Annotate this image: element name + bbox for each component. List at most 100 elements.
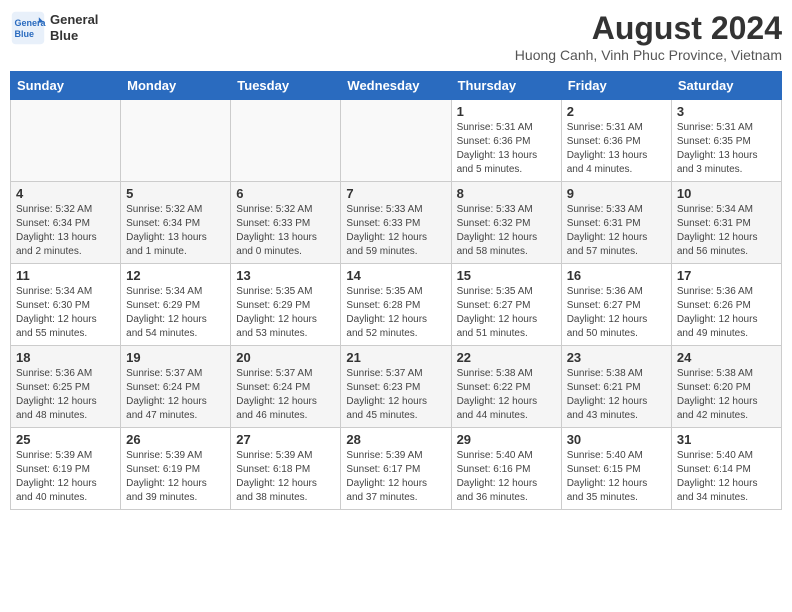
weekday-header-sunday: Sunday	[11, 72, 121, 100]
calendar-day-cell: 19Sunrise: 5:37 AM Sunset: 6:24 PM Dayli…	[121, 346, 231, 428]
day-info: Sunrise: 5:34 AM Sunset: 6:30 PM Dayligh…	[16, 285, 115, 341]
calendar-week-row: 25 Sunrise: 5:39 AM Sunset: 6:19 PM Dayli…	[11, 428, 782, 510]
day-number: 23	[567, 350, 666, 365]
day-number: 6	[236, 186, 335, 201]
weekday-header-friday: Friday	[561, 72, 671, 100]
day-number: 15	[457, 268, 556, 283]
day-info: Sunrise: 5:37 AM Sunset: 6:24 PM Dayligh…	[126, 367, 225, 423]
calendar-day-cell: 14Sunrise: 5:35 AM Sunset: 6:28 PM Dayli…	[341, 264, 451, 346]
day-number: 13	[236, 268, 335, 283]
day-number: 16	[567, 268, 666, 283]
weekday-header-thursday: Thursday	[451, 72, 561, 100]
day-info: Sunrise: 5:39 AM Sunset: 6:19 PM Dayligh…	[16, 449, 115, 505]
calendar-day-cell: 4 Sunrise: 5:32 AM Sunset: 6:34 PM Daylig…	[11, 182, 121, 264]
day-info: Sunrise: 5:39 AM Sunset: 6:17 PM Dayligh…	[346, 449, 445, 505]
calendar-day-cell: 12 Sunrise: 5:34 AM Sunset: 6:29 PM Dayli…	[121, 264, 231, 346]
calendar-day-cell: 10 Sunrise: 5:34 AM Sunset: 6:31 PM Dayli…	[671, 182, 781, 264]
day-info: Sunrise: 5:38 AM Sunset: 6:21 PM Dayligh…	[567, 367, 666, 423]
day-number: 28	[346, 432, 445, 447]
day-number: 31	[677, 432, 776, 447]
day-info: Sunrise: 5:31 AM Sunset: 6:36 PM Dayligh…	[457, 121, 556, 177]
calendar-day-cell: 7 Sunrise: 5:33 AM Sunset: 6:33 PM Daylig…	[341, 182, 451, 264]
day-number: 17	[677, 268, 776, 283]
calendar-day-cell: 29Sunrise: 5:40 AM Sunset: 6:16 PM Dayli…	[451, 428, 561, 510]
svg-text:Blue: Blue	[15, 29, 35, 39]
calendar-day-cell: 3Sunrise: 5:31 AM Sunset: 6:35 PM Daylig…	[671, 100, 781, 182]
day-info: Sunrise: 5:32 AM Sunset: 6:34 PM Dayligh…	[16, 203, 115, 259]
weekday-header-tuesday: Tuesday	[231, 72, 341, 100]
calendar-day-cell: 16 Sunrise: 5:36 AM Sunset: 6:27 PM Dayli…	[561, 264, 671, 346]
day-info: Sunrise: 5:40 AM Sunset: 6:15 PM Dayligh…	[567, 449, 666, 505]
calendar-week-row: 4 Sunrise: 5:32 AM Sunset: 6:34 PM Daylig…	[11, 182, 782, 264]
subtitle: Huong Canh, Vinh Phuc Province, Vietnam	[515, 47, 782, 63]
calendar-week-row: 1 Sunrise: 5:31 AM Sunset: 6:36 PM Daylig…	[11, 100, 782, 182]
logo-text: General Blue	[50, 12, 98, 43]
day-number: 2	[567, 104, 666, 119]
calendar-day-cell: 21Sunrise: 5:37 AM Sunset: 6:23 PM Dayli…	[341, 346, 451, 428]
day-number: 3	[677, 104, 776, 119]
day-info: Sunrise: 5:34 AM Sunset: 6:29 PM Dayligh…	[126, 285, 225, 341]
day-number: 5	[126, 186, 225, 201]
day-number: 30	[567, 432, 666, 447]
day-number: 10	[677, 186, 776, 201]
logo: General Blue General Blue	[10, 10, 98, 46]
day-info: Sunrise: 5:32 AM Sunset: 6:33 PM Dayligh…	[236, 203, 335, 259]
calendar-day-cell: 5 Sunrise: 5:32 AM Sunset: 6:34 PM Daylig…	[121, 182, 231, 264]
day-number: 12	[126, 268, 225, 283]
calendar-day-cell: 20Sunrise: 5:37 AM Sunset: 6:24 PM Dayli…	[231, 346, 341, 428]
calendar-day-cell: 23 Sunrise: 5:38 AM Sunset: 6:21 PM Dayli…	[561, 346, 671, 428]
day-info: Sunrise: 5:33 AM Sunset: 6:32 PM Dayligh…	[457, 203, 556, 259]
calendar-day-cell: 13 Sunrise: 5:35 AM Sunset: 6:29 PM Dayli…	[231, 264, 341, 346]
day-info: Sunrise: 5:36 AM Sunset: 6:27 PM Dayligh…	[567, 285, 666, 341]
page-header: General Blue General Blue August 2024 Hu…	[10, 10, 782, 63]
calendar-day-cell	[121, 100, 231, 182]
day-info: Sunrise: 5:39 AM Sunset: 6:18 PM Dayligh…	[236, 449, 335, 505]
day-info: Sunrise: 5:33 AM Sunset: 6:33 PM Dayligh…	[346, 203, 445, 259]
day-info: Sunrise: 5:35 AM Sunset: 6:29 PM Dayligh…	[236, 285, 335, 341]
day-number: 8	[457, 186, 556, 201]
weekday-header-row: SundayMondayTuesdayWednesdayThursdayFrid…	[11, 72, 782, 100]
day-number: 4	[16, 186, 115, 201]
day-number: 22	[457, 350, 556, 365]
day-info: Sunrise: 5:35 AM Sunset: 6:27 PM Dayligh…	[457, 285, 556, 341]
day-number: 11	[16, 268, 115, 283]
calendar-day-cell: 31 Sunrise: 5:40 AM Sunset: 6:14 PM Dayli…	[671, 428, 781, 510]
day-number: 7	[346, 186, 445, 201]
day-info: Sunrise: 5:39 AM Sunset: 6:19 PM Dayligh…	[126, 449, 225, 505]
calendar-day-cell	[341, 100, 451, 182]
day-number: 26	[126, 432, 225, 447]
day-number: 14	[346, 268, 445, 283]
calendar-table: SundayMondayTuesdayWednesdayThursdayFrid…	[10, 71, 782, 510]
calendar-day-cell: 26 Sunrise: 5:39 AM Sunset: 6:19 PM Dayli…	[121, 428, 231, 510]
title-section: August 2024 Huong Canh, Vinh Phuc Provin…	[515, 10, 782, 63]
calendar-day-cell	[231, 100, 341, 182]
day-number: 27	[236, 432, 335, 447]
calendar-day-cell: 9Sunrise: 5:33 AM Sunset: 6:31 PM Daylig…	[561, 182, 671, 264]
day-info: Sunrise: 5:36 AM Sunset: 6:26 PM Dayligh…	[677, 285, 776, 341]
day-number: 1	[457, 104, 556, 119]
day-number: 25	[16, 432, 115, 447]
day-number: 21	[346, 350, 445, 365]
day-info: Sunrise: 5:40 AM Sunset: 6:14 PM Dayligh…	[677, 449, 776, 505]
calendar-day-cell: 2 Sunrise: 5:31 AM Sunset: 6:36 PM Daylig…	[561, 100, 671, 182]
calendar-day-cell: 28 Sunrise: 5:39 AM Sunset: 6:17 PM Dayli…	[341, 428, 451, 510]
day-info: Sunrise: 5:38 AM Sunset: 6:22 PM Dayligh…	[457, 367, 556, 423]
calendar-day-cell: 27 Sunrise: 5:39 AM Sunset: 6:18 PM Dayli…	[231, 428, 341, 510]
calendar-day-cell: 24Sunrise: 5:38 AM Sunset: 6:20 PM Dayli…	[671, 346, 781, 428]
calendar-week-row: 11 Sunrise: 5:34 AM Sunset: 6:30 PM Dayli…	[11, 264, 782, 346]
calendar-day-cell	[11, 100, 121, 182]
calendar-day-cell: 15 Sunrise: 5:35 AM Sunset: 6:27 PM Dayli…	[451, 264, 561, 346]
calendar-day-cell: 22 Sunrise: 5:38 AM Sunset: 6:22 PM Dayli…	[451, 346, 561, 428]
day-number: 20	[236, 350, 335, 365]
day-info: Sunrise: 5:31 AM Sunset: 6:36 PM Dayligh…	[567, 121, 666, 177]
calendar-day-cell: 8 Sunrise: 5:33 AM Sunset: 6:32 PM Daylig…	[451, 182, 561, 264]
day-info: Sunrise: 5:38 AM Sunset: 6:20 PM Dayligh…	[677, 367, 776, 423]
calendar-day-cell: 1 Sunrise: 5:31 AM Sunset: 6:36 PM Daylig…	[451, 100, 561, 182]
weekday-header-monday: Monday	[121, 72, 231, 100]
weekday-header-saturday: Saturday	[671, 72, 781, 100]
day-number: 9	[567, 186, 666, 201]
day-info: Sunrise: 5:32 AM Sunset: 6:34 PM Dayligh…	[126, 203, 225, 259]
day-info: Sunrise: 5:34 AM Sunset: 6:31 PM Dayligh…	[677, 203, 776, 259]
calendar-week-row: 18Sunrise: 5:36 AM Sunset: 6:25 PM Dayli…	[11, 346, 782, 428]
day-info: Sunrise: 5:40 AM Sunset: 6:16 PM Dayligh…	[457, 449, 556, 505]
